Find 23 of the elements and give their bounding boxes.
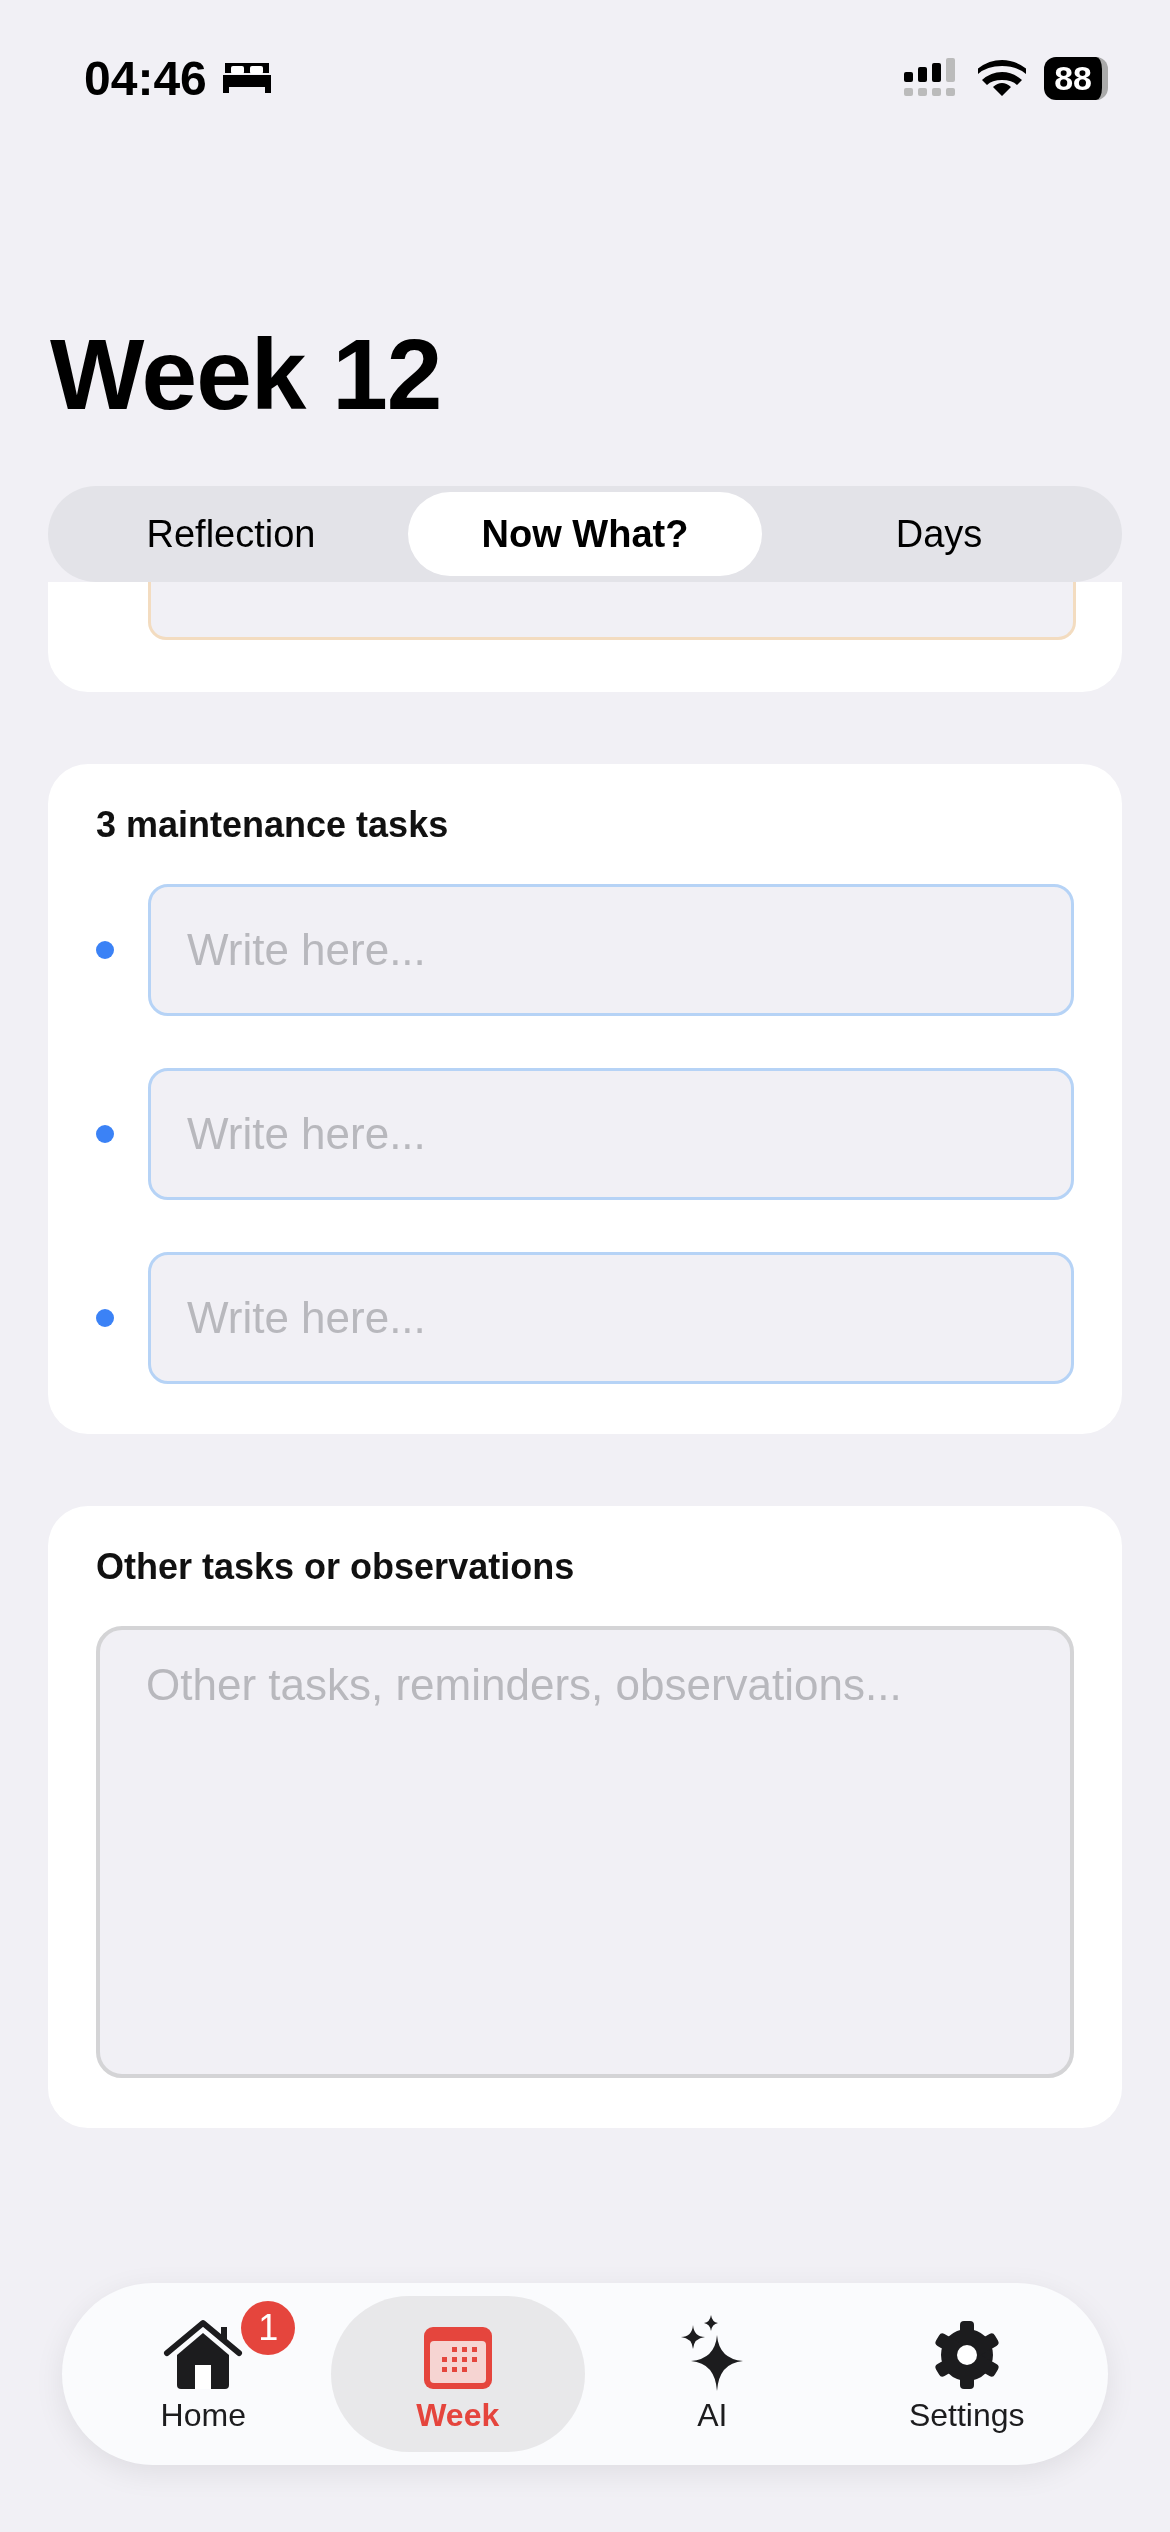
tab-bar-item[interactable]: Settings: [839, 2296, 1094, 2452]
bullet-icon: [96, 941, 114, 959]
notes-text-area[interactable]: Other tasks, reminders, observations...: [96, 1626, 1074, 2078]
task-input-field[interactable]: Write here...: [148, 1068, 1074, 1200]
segment-tab[interactable]: Reflection: [54, 492, 408, 576]
calendar-icon: [421, 2324, 494, 2391]
bullet-icon: [96, 1309, 114, 1327]
segment-tab[interactable]: Days: [762, 492, 1116, 576]
battery-icon: 88: [1044, 56, 1108, 100]
bullet-icon: [96, 1125, 114, 1143]
task-input-field[interactable]: Write here...: [148, 1252, 1074, 1384]
segment-tab[interactable]: Now What?: [408, 492, 762, 576]
section-heading: 3 maintenance tasks: [96, 804, 450, 846]
bed-icon: [220, 61, 273, 95]
task-input-field[interactable]: Write here...: [148, 884, 1074, 1016]
section-heading: Other tasks or observations: [96, 1546, 576, 1588]
wifi-icon: [978, 60, 1027, 96]
tab-bar-item[interactable]: AI: [585, 2296, 840, 2452]
notification-badge: 1: [241, 2300, 296, 2355]
status-time: 04:46: [84, 50, 207, 106]
page-title: Week 12: [49, 324, 443, 424]
house-icon: [163, 2318, 244, 2391]
tab-bar-item[interactable]: 1 Home: [76, 2296, 331, 2452]
